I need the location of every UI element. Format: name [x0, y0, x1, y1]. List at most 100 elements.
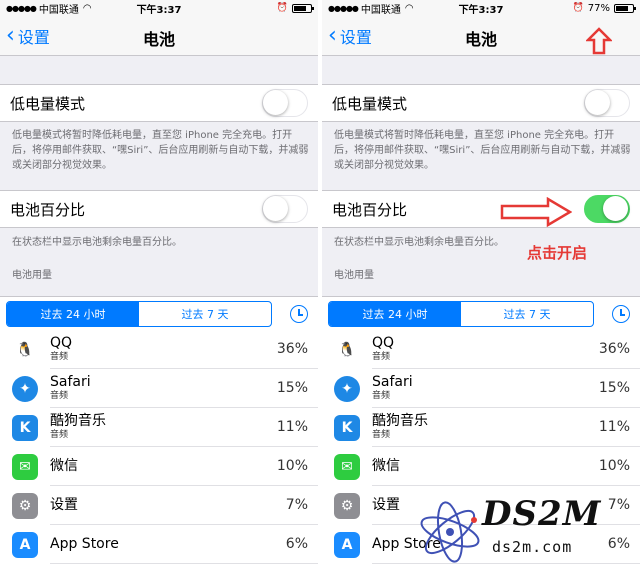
battery-icon: [292, 3, 314, 13]
app-percent: 36%: [598, 341, 630, 357]
app-percent: 11%: [276, 419, 308, 435]
watermark-title: DS2M: [482, 494, 602, 534]
app-percent: 10%: [598, 458, 630, 474]
app-name: 微信: [372, 457, 400, 474]
settings-icon: ⚙: [12, 492, 38, 519]
wifi-icon: ◠: [404, 2, 414, 14]
battery-percentage-note: 在状态栏中显示电池剩余电量百分比。: [12, 237, 182, 248]
list-item[interactable]: A App Store 6%: [0, 525, 318, 564]
battery-percentage-text: 77%: [587, 2, 610, 14]
battery-icon: [614, 3, 636, 13]
toggle-knob: [603, 196, 628, 221]
safari-icon: ✦: [12, 375, 38, 402]
qq-icon: 🐧: [334, 336, 360, 363]
app-name: 酷狗音乐: [372, 413, 428, 429]
app-name: QQ: [372, 335, 395, 351]
low-power-toggle[interactable]: [262, 89, 308, 117]
list-item[interactable]: ⚙ 设置 7%: [0, 486, 318, 525]
status-bar: ●●●●● 中国联通 ◠ 下午3:37 ⏰ 77%: [322, 0, 640, 16]
kugou-icon: K: [334, 414, 360, 441]
wechat-icon: ✉: [12, 453, 38, 480]
app-sub: 音频: [372, 391, 391, 401]
app-sub: 音频: [50, 430, 69, 440]
app-name: App Store: [50, 535, 119, 552]
carrier-label: 中国联通: [360, 4, 401, 16]
alarm-icon: ⏰: [572, 3, 584, 13]
app-percent: 15%: [598, 380, 630, 396]
low-power-label: 低电量模式: [10, 94, 86, 113]
battery-percentage-row: 电池百分比: [0, 190, 318, 228]
safari-icon: ✦: [334, 375, 360, 402]
low-power-row: 低电量模式: [322, 84, 640, 122]
app-percent: 15%: [276, 380, 308, 396]
app-percent: 6%: [285, 536, 308, 552]
list-item[interactable]: ✦ Safari 音频 15%: [0, 369, 318, 408]
list-item[interactable]: ✉ 微信 10%: [322, 447, 640, 486]
list-item[interactable]: K 酷狗音乐 音频 11%: [0, 408, 318, 447]
arrow-up-annotation-icon: [586, 27, 612, 55]
usage-segment-bar: 过去 24 小时 过去 7 天: [0, 296, 318, 330]
segmented-control: 过去 24 小时 过去 7 天: [328, 301, 594, 327]
app-sub: 音频: [372, 430, 391, 440]
signal-icon: ●●●●●: [6, 3, 37, 13]
page-title: 电池: [142, 30, 175, 49]
signal-icon: ●●●●●: [328, 3, 359, 13]
nav-bar: ‹ 设置 电池: [0, 16, 318, 56]
low-power-note: 低电量模式将暂时降低耗电量，直至您 iPhone 完全充电。打开后，将停用邮件获…: [12, 130, 309, 171]
usage-segment-bar: 过去 24 小时 过去 7 天: [322, 296, 640, 330]
app-name: 酷狗音乐: [50, 413, 106, 429]
toggle-knob: [263, 196, 288, 221]
list-item[interactable]: ✦ Safari 音频 15%: [322, 369, 640, 408]
low-power-row: 低电量模式: [0, 84, 318, 122]
list-item[interactable]: K 酷狗音乐 音频 11%: [322, 408, 640, 447]
status-bar: ●●●●● 中国联通 ◠ 下午3:37 ⏰: [0, 0, 318, 16]
alarm-icon: ⏰: [276, 3, 288, 13]
battery-percentage-toggle[interactable]: [584, 195, 630, 223]
qq-icon: 🐧: [12, 336, 38, 363]
low-power-toggle[interactable]: [584, 89, 630, 117]
app-name: 微信: [50, 457, 78, 474]
appstore-icon: A: [334, 531, 360, 558]
right-panel: ●●●●● 中国联通 ◠ 下午3:37 ⏰ 77% ‹ 设置 电池 低电量模式 …: [322, 0, 640, 568]
app-name: 设置: [50, 496, 78, 513]
list-item[interactable]: 🐧 QQ 音频 36%: [0, 330, 318, 369]
settings-icon: ⚙: [334, 492, 360, 519]
annotation-text: 点击开启: [527, 244, 588, 262]
arrow-right-annotation-icon: [500, 197, 572, 227]
app-sub: 音频: [50, 352, 69, 362]
app-name: Safari: [372, 374, 413, 390]
low-power-note: 低电量模式将暂时降低耗电量，直至您 iPhone 完全充电。打开后，将停用邮件获…: [334, 130, 631, 171]
wechat-icon: ✉: [334, 453, 360, 480]
list-item[interactable]: ✉ 微信 10%: [0, 447, 318, 486]
watermark-url: ds2m.com: [492, 538, 573, 556]
app-sub: 音频: [50, 391, 69, 401]
usage-header: 电池用量: [334, 270, 374, 281]
tab-7d[interactable]: 过去 7 天: [139, 302, 271, 326]
app-sub: 音频: [372, 352, 391, 362]
app-percent: 7%: [285, 497, 308, 513]
list-item[interactable]: 🐧 QQ 音频 36%: [322, 330, 640, 369]
segmented-control: 过去 24 小时 过去 7 天: [6, 301, 272, 327]
low-power-label: 低电量模式: [332, 94, 408, 113]
usage-header: 电池用量: [12, 270, 52, 281]
battery-percentage-toggle[interactable]: [262, 195, 308, 223]
app-percent: 36%: [276, 341, 308, 357]
app-name: QQ: [50, 335, 73, 351]
toggle-knob: [585, 90, 610, 115]
battery-percentage-row: 电池百分比: [322, 190, 640, 228]
kugou-icon: K: [12, 414, 38, 441]
appstore-icon: A: [12, 531, 38, 558]
app-percent: 10%: [276, 458, 308, 474]
left-panel: ●●●●● 中国联通 ◠ 下午3:37 ⏰ ‹ 设置 电池 低电量模式 低电量模…: [0, 0, 318, 568]
clock-icon[interactable]: [290, 305, 308, 323]
carrier-label: 中国联通: [38, 4, 79, 16]
tab-24h[interactable]: 过去 24 小时: [7, 302, 139, 326]
tab-7d[interactable]: 过去 7 天: [461, 302, 593, 326]
wifi-icon: ◠: [82, 2, 92, 14]
app-name: Safari: [50, 374, 91, 390]
toggle-knob: [263, 90, 288, 115]
app-list: 🐧 QQ 音频 36% ✦ Safari 音频 15% K 酷狗音乐 音频 11% ✉ 微信…: [0, 330, 318, 568]
clock-icon[interactable]: [612, 305, 630, 323]
battery-percentage-label: 电池百分比: [10, 200, 86, 219]
tab-24h[interactable]: 过去 24 小时: [329, 302, 461, 326]
